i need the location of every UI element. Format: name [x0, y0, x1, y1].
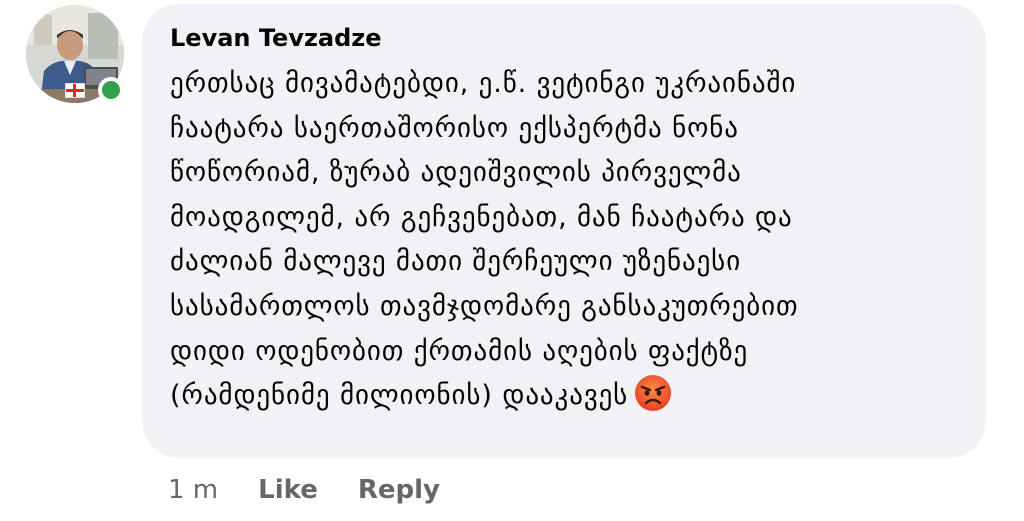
comment-line: (რამდენიმე მილიონის) დააკავეს	[170, 380, 629, 412]
comment-line: ძალიან მალევე მათი შერჩეული უზენაესი	[170, 246, 742, 278]
comment-author[interactable]: Levan Tevzadze	[170, 22, 960, 54]
comment-line: ერთსაც მივამატებდი, ე.წ. ვეტინგი უკრაინა…	[170, 68, 797, 99]
comment-line: ჩაატარა საერთაშორისო ექსპერტმა ნონა	[170, 112, 739, 144]
comment-line-last: (რამდენიმე მილიონის) დააკავეს	[170, 374, 960, 419]
comment-line: წოწორიამ, ზურაბ ადეიშვილის პირველმა	[170, 157, 742, 189]
reply-button[interactable]: Reply	[358, 475, 440, 505]
comment-line: მოადგილემ, არ გეჩვენებათ, მან ჩაატარა და	[170, 201, 793, 233]
georgia-flag-icon	[65, 83, 85, 98]
angry-face-emoji-icon	[635, 375, 672, 412]
comment-container: Levan Tevzadze ერთსაც მივამატებდი, ე.წ. …	[0, 0, 1024, 521]
comment-actions: 1 m Like Reply	[168, 470, 440, 510]
comment-timestamp[interactable]: 1 m	[168, 475, 218, 505]
comment-bubble: Levan Tevzadze ერთსაც მივამატებდი, ე.წ. …	[142, 4, 986, 458]
online-status-icon	[98, 77, 124, 103]
avatar-container[interactable]	[26, 5, 124, 103]
like-button[interactable]: Like	[258, 475, 318, 505]
comment-line: სასამართლოს თავმჯდომარე განსაკუთრებით	[170, 290, 799, 322]
comment-line: დიდი ოდენობით ქრთამის აღების ფაქტზე	[170, 335, 749, 367]
comment-text: ერთსაც მივამატებდი, ე.წ. ვეტინგი უკრაინა…	[170, 62, 960, 419]
